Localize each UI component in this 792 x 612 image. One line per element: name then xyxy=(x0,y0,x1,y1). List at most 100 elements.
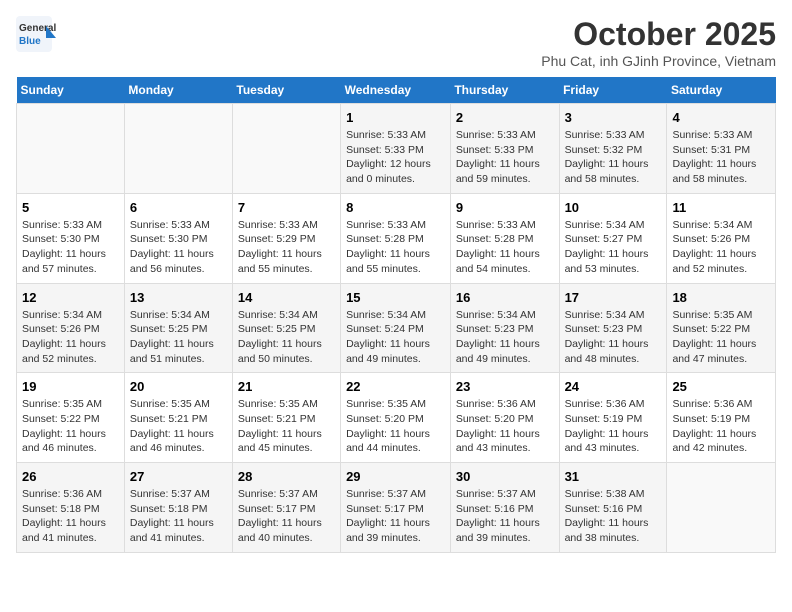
day-header-tuesday: Tuesday xyxy=(232,77,340,104)
day-number: 18 xyxy=(672,290,770,305)
calendar-cell: 6 Sunrise: 5:33 AM Sunset: 5:30 PM Daylig… xyxy=(124,193,232,283)
calendar-cell: 22 Sunrise: 5:35 AM Sunset: 5:20 PM Dayli… xyxy=(341,373,451,463)
calendar-cell xyxy=(667,463,776,553)
cell-info: Sunrise: 5:33 AM Sunset: 5:31 PM Dayligh… xyxy=(672,128,770,187)
cell-info: Sunrise: 5:33 AM Sunset: 5:32 PM Dayligh… xyxy=(565,128,662,187)
cell-info: Sunrise: 5:35 AM Sunset: 5:20 PM Dayligh… xyxy=(346,397,445,456)
calendar-cell xyxy=(124,104,232,194)
calendar-cell: 28 Sunrise: 5:37 AM Sunset: 5:17 PM Dayli… xyxy=(232,463,340,553)
calendar-cell: 18 Sunrise: 5:35 AM Sunset: 5:22 PM Dayli… xyxy=(667,283,776,373)
logo-svg: General Blue xyxy=(16,16,56,52)
cell-info: Sunrise: 5:36 AM Sunset: 5:20 PM Dayligh… xyxy=(456,397,554,456)
calendar-week-1: 1Sunrise: 5:33 AM Sunset: 5:33 PM Daylig… xyxy=(17,104,776,194)
day-number: 25 xyxy=(672,379,770,394)
day-number: 3 xyxy=(565,110,662,125)
calendar-cell: 13Sunrise: 5:34 AM Sunset: 5:25 PM Dayli… xyxy=(124,283,232,373)
day-number: 4 xyxy=(672,110,770,125)
calendar-cell: 23 Sunrise: 5:36 AM Sunset: 5:20 PM Dayli… xyxy=(450,373,559,463)
calendar-cell: 26Sunrise: 5:36 AM Sunset: 5:18 PM Dayli… xyxy=(17,463,125,553)
calendar-week-3: 12 Sunrise: 5:34 AM Sunset: 5:26 PM Dayli… xyxy=(17,283,776,373)
days-header-row: SundayMondayTuesdayWednesdayThursdayFrid… xyxy=(17,77,776,104)
day-number: 22 xyxy=(346,379,445,394)
day-number: 29 xyxy=(346,469,445,484)
calendar-cell: 29 Sunrise: 5:37 AM Sunset: 5:17 PM Dayli… xyxy=(341,463,451,553)
calendar-cell: 5 Sunrise: 5:33 AM Sunset: 5:30 PM Daylig… xyxy=(17,193,125,283)
calendar-cell: 19Sunrise: 5:35 AM Sunset: 5:22 PM Dayli… xyxy=(17,373,125,463)
calendar-week-4: 19Sunrise: 5:35 AM Sunset: 5:22 PM Dayli… xyxy=(17,373,776,463)
day-header-monday: Monday xyxy=(124,77,232,104)
svg-text:Blue: Blue xyxy=(19,36,41,47)
day-number: 23 xyxy=(456,379,554,394)
cell-info: Sunrise: 5:33 AM Sunset: 5:33 PM Dayligh… xyxy=(346,128,445,187)
logo: General Blue xyxy=(16,16,56,52)
calendar-cell: 11 Sunrise: 5:34 AM Sunset: 5:26 PM Dayli… xyxy=(667,193,776,283)
cell-info: Sunrise: 5:37 AM Sunset: 5:17 PM Dayligh… xyxy=(238,487,335,546)
month-title: October 2025 xyxy=(541,16,776,53)
cell-info: Sunrise: 5:36 AM Sunset: 5:19 PM Dayligh… xyxy=(565,397,662,456)
day-number: 31 xyxy=(565,469,662,484)
location-text: Phu Cat, inh GJinh Province, Vietnam xyxy=(541,53,776,69)
cell-info: Sunrise: 5:38 AM Sunset: 5:16 PM Dayligh… xyxy=(565,487,662,546)
day-header-friday: Friday xyxy=(559,77,667,104)
calendar-cell: 27 Sunrise: 5:37 AM Sunset: 5:18 PM Dayli… xyxy=(124,463,232,553)
cell-info: Sunrise: 5:37 AM Sunset: 5:18 PM Dayligh… xyxy=(130,487,227,546)
calendar-cell: 1Sunrise: 5:33 AM Sunset: 5:33 PM Daylig… xyxy=(341,104,451,194)
cell-info: Sunrise: 5:33 AM Sunset: 5:28 PM Dayligh… xyxy=(346,218,445,277)
day-number: 17 xyxy=(565,290,662,305)
calendar-cell: 14Sunrise: 5:34 AM Sunset: 5:25 PM Dayli… xyxy=(232,283,340,373)
calendar-cell: 20Sunrise: 5:35 AM Sunset: 5:21 PM Dayli… xyxy=(124,373,232,463)
cell-info: Sunrise: 5:37 AM Sunset: 5:16 PM Dayligh… xyxy=(456,487,554,546)
day-number: 8 xyxy=(346,200,445,215)
cell-info: Sunrise: 5:35 AM Sunset: 5:21 PM Dayligh… xyxy=(130,397,227,456)
calendar-cell: 2 Sunrise: 5:33 AM Sunset: 5:33 PM Daylig… xyxy=(450,104,559,194)
day-number: 24 xyxy=(565,379,662,394)
calendar-cell: 25Sunrise: 5:36 AM Sunset: 5:19 PM Dayli… xyxy=(667,373,776,463)
day-number: 5 xyxy=(22,200,119,215)
cell-info: Sunrise: 5:33 AM Sunset: 5:33 PM Dayligh… xyxy=(456,128,554,187)
calendar-cell: 9 Sunrise: 5:33 AM Sunset: 5:28 PM Daylig… xyxy=(450,193,559,283)
page-header: General Blue October 2025 Phu Cat, inh G… xyxy=(16,16,776,69)
calendar-cell: 31 Sunrise: 5:38 AM Sunset: 5:16 PM Dayli… xyxy=(559,463,667,553)
cell-info: Sunrise: 5:33 AM Sunset: 5:30 PM Dayligh… xyxy=(22,218,119,277)
cell-info: Sunrise: 5:35 AM Sunset: 5:21 PM Dayligh… xyxy=(238,397,335,456)
day-number: 21 xyxy=(238,379,335,394)
day-header-saturday: Saturday xyxy=(667,77,776,104)
cell-info: Sunrise: 5:35 AM Sunset: 5:22 PM Dayligh… xyxy=(672,308,770,367)
calendar-cell: 8 Sunrise: 5:33 AM Sunset: 5:28 PM Daylig… xyxy=(341,193,451,283)
day-number: 10 xyxy=(565,200,662,215)
calendar-week-2: 5 Sunrise: 5:33 AM Sunset: 5:30 PM Daylig… xyxy=(17,193,776,283)
day-number: 28 xyxy=(238,469,335,484)
cell-info: Sunrise: 5:34 AM Sunset: 5:27 PM Dayligh… xyxy=(565,218,662,277)
cell-info: Sunrise: 5:34 AM Sunset: 5:23 PM Dayligh… xyxy=(565,308,662,367)
day-number: 6 xyxy=(130,200,227,215)
day-number: 7 xyxy=(238,200,335,215)
day-number: 19 xyxy=(22,379,119,394)
day-number: 9 xyxy=(456,200,554,215)
day-number: 12 xyxy=(22,290,119,305)
calendar-cell: 15Sunrise: 5:34 AM Sunset: 5:24 PM Dayli… xyxy=(341,283,451,373)
cell-info: Sunrise: 5:34 AM Sunset: 5:23 PM Dayligh… xyxy=(456,308,554,367)
day-number: 16 xyxy=(456,290,554,305)
calendar-cell: 10 Sunrise: 5:34 AM Sunset: 5:27 PM Dayli… xyxy=(559,193,667,283)
title-block: October 2025 Phu Cat, inh GJinh Province… xyxy=(541,16,776,69)
calendar-cell: 17 Sunrise: 5:34 AM Sunset: 5:23 PM Dayli… xyxy=(559,283,667,373)
cell-info: Sunrise: 5:37 AM Sunset: 5:17 PM Dayligh… xyxy=(346,487,445,546)
calendar-cell: 12 Sunrise: 5:34 AM Sunset: 5:26 PM Dayli… xyxy=(17,283,125,373)
day-number: 27 xyxy=(130,469,227,484)
day-number: 14 xyxy=(238,290,335,305)
cell-info: Sunrise: 5:33 AM Sunset: 5:28 PM Dayligh… xyxy=(456,218,554,277)
calendar-cell: 4 Sunrise: 5:33 AM Sunset: 5:31 PM Daylig… xyxy=(667,104,776,194)
day-number: 2 xyxy=(456,110,554,125)
calendar-cell: 21 Sunrise: 5:35 AM Sunset: 5:21 PM Dayli… xyxy=(232,373,340,463)
cell-info: Sunrise: 5:34 AM Sunset: 5:26 PM Dayligh… xyxy=(22,308,119,367)
day-header-wednesday: Wednesday xyxy=(341,77,451,104)
cell-info: Sunrise: 5:33 AM Sunset: 5:29 PM Dayligh… xyxy=(238,218,335,277)
day-number: 11 xyxy=(672,200,770,215)
cell-info: Sunrise: 5:33 AM Sunset: 5:30 PM Dayligh… xyxy=(130,218,227,277)
calendar-cell xyxy=(232,104,340,194)
cell-info: Sunrise: 5:34 AM Sunset: 5:25 PM Dayligh… xyxy=(130,308,227,367)
cell-info: Sunrise: 5:34 AM Sunset: 5:26 PM Dayligh… xyxy=(672,218,770,277)
cell-info: Sunrise: 5:36 AM Sunset: 5:18 PM Dayligh… xyxy=(22,487,119,546)
day-header-sunday: Sunday xyxy=(17,77,125,104)
day-number: 15 xyxy=(346,290,445,305)
